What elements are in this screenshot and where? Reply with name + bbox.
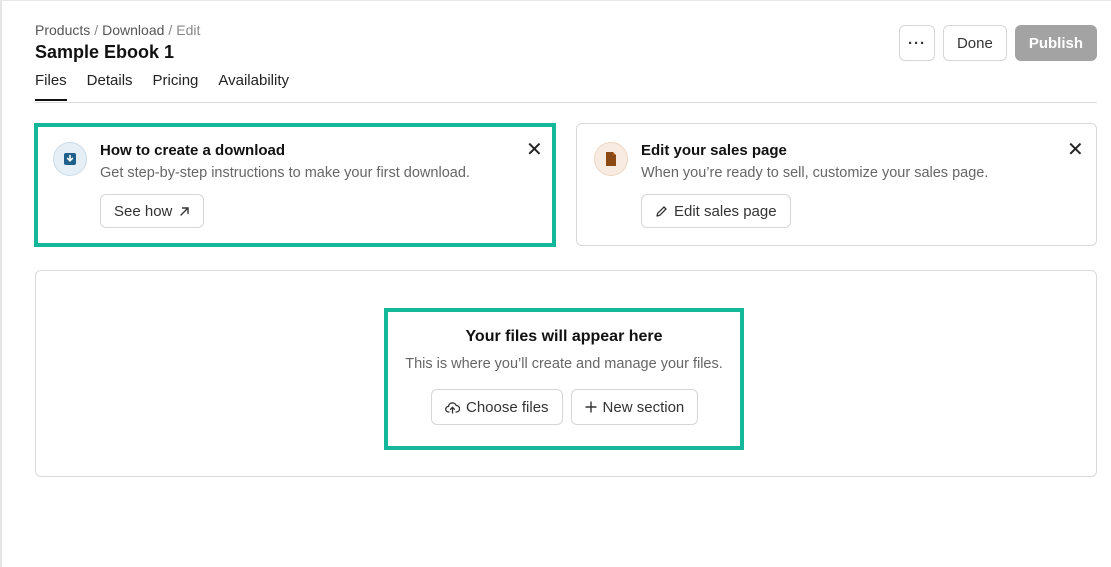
download-guide-card: How to create a download Get step-by-ste… (34, 123, 556, 247)
tab-bar: Files Details Pricing Availability (35, 72, 289, 101)
tab-pricing[interactable]: Pricing (153, 72, 199, 101)
plus-icon (585, 401, 597, 413)
breadcrumb: Products / Download / Edit (35, 22, 200, 38)
header-actions: ··· Done Publish (898, 25, 1097, 61)
breadcrumb-download[interactable]: Download (102, 22, 164, 38)
close-icon[interactable]: ✕ (526, 140, 543, 160)
new-section-label: New section (602, 398, 685, 416)
edit-sales-page-button[interactable]: Edit sales page (641, 194, 791, 228)
see-how-button[interactable]: See how (100, 194, 205, 228)
tab-details[interactable]: Details (87, 72, 133, 101)
choose-files-button[interactable]: Choose files (431, 389, 563, 425)
download-icon (53, 142, 87, 176)
empty-state-actions: Choose files New section (431, 389, 699, 425)
sales-page-card: Edit your sales page When you’re ready t… (576, 123, 1097, 246)
done-button[interactable]: Done (942, 25, 1007, 61)
breadcrumb-edit: Edit (176, 22, 201, 38)
publish-button[interactable]: Publish (1014, 25, 1097, 61)
files-empty-state: Your files will appear here This is wher… (384, 308, 744, 450)
breadcrumb-products[interactable]: Products (35, 22, 90, 38)
empty-state-title: Your files will appear here (465, 328, 663, 345)
tabs-divider (35, 102, 1097, 103)
pencil-icon (655, 205, 668, 218)
card-description: When you’re ready to sell, customize you… (641, 165, 989, 181)
empty-state-description: This is where you’ll create and manage y… (405, 356, 723, 372)
page-title: Sample Ebook 1 (35, 42, 175, 62)
close-icon[interactable]: ✕ (1067, 140, 1084, 160)
breadcrumb-separator: / (168, 22, 173, 38)
card-title: Edit your sales page (641, 142, 787, 159)
breadcrumb-separator: / (94, 22, 99, 38)
card-title: How to create a download (100, 142, 286, 159)
edit-sales-page-label: Edit sales page (674, 202, 777, 220)
card-description: Get step-by-step instructions to make yo… (100, 165, 470, 181)
cloud-upload-icon (445, 401, 460, 414)
tab-files[interactable]: Files (35, 72, 67, 101)
see-how-label: See how (114, 202, 173, 220)
more-options-button[interactable]: ··· (898, 25, 935, 61)
document-icon (594, 142, 628, 176)
new-section-button[interactable]: New section (570, 389, 699, 425)
choose-files-label: Choose files (466, 398, 549, 416)
arrow-up-right-icon (179, 206, 190, 217)
tab-availability[interactable]: Availability (218, 72, 289, 101)
